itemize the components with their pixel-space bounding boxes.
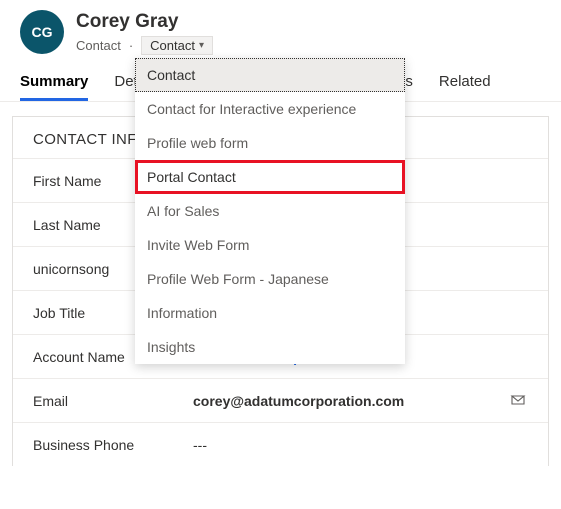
dropdown-item-profile-japanese[interactable]: Profile Web Form - Japanese [135,262,405,296]
tab-summary[interactable]: Summary [20,73,88,101]
dropdown-item-information[interactable]: Information [135,296,405,330]
chevron-down-icon: ▾ [199,40,204,51]
field-email[interactable]: Email corey@adatumcorporation.com [13,378,548,422]
dropdown-item-profile-web-form[interactable]: Profile web form [135,126,405,160]
dropdown-item-portal-contact[interactable]: Portal Contact [135,160,405,194]
form-switcher[interactable]: Contact ▾ [141,36,213,55]
dropdown-item-insights[interactable]: Insights [135,330,405,364]
dropdown-item-interactive[interactable]: Contact for Interactive experience [135,92,405,126]
field-value[interactable]: corey@adatumcorporation.com [193,393,510,409]
dropdown-item-invite-web-form[interactable]: Invite Web Form [135,228,405,262]
form-switcher-label: Contact [150,38,195,53]
field-label: Business Phone [33,437,193,453]
email-action-icon[interactable] [510,392,528,410]
field-business-phone[interactable]: Business Phone --- [13,422,548,466]
separator: · [129,38,133,53]
record-name: Corey Gray [76,10,541,34]
avatar: CG [20,10,64,54]
field-label: Email [33,393,193,409]
title-block: Corey Gray Contact · Contact ▾ [76,10,541,55]
subtitle-row: Contact · Contact ▾ [76,36,541,55]
dropdown-item-contact[interactable]: Contact [135,58,405,92]
tab-related[interactable]: Related [439,73,491,101]
form-switcher-dropdown: Contact Contact for Interactive experien… [135,58,405,364]
dropdown-item-ai-sales[interactable]: AI for Sales [135,194,405,228]
entity-label: Contact [76,38,121,53]
record-header: CG Corey Gray Contact · Contact ▾ [0,0,561,55]
field-value[interactable]: --- [193,437,528,453]
